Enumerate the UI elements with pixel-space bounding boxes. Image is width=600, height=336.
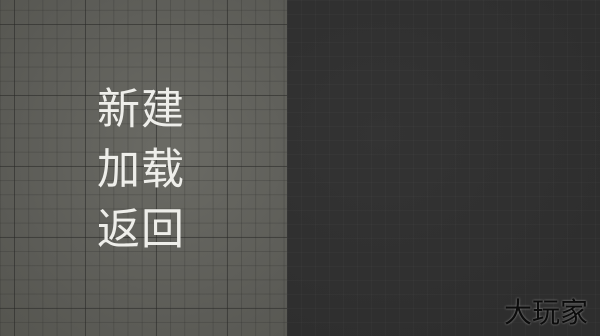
- watermark-logo: 大玩家: [503, 296, 588, 329]
- load-game-button[interactable]: 加载: [97, 140, 185, 200]
- game-main-menu-screen: 新建 加载 返回 大玩家: [0, 0, 600, 336]
- new-game-button[interactable]: 新建: [97, 80, 185, 140]
- preview-panel: [287, 0, 600, 336]
- grid-background-panel: 新建 加载 返回: [0, 0, 287, 336]
- main-menu: 新建 加载 返回: [97, 80, 185, 260]
- back-button[interactable]: 返回: [97, 200, 185, 260]
